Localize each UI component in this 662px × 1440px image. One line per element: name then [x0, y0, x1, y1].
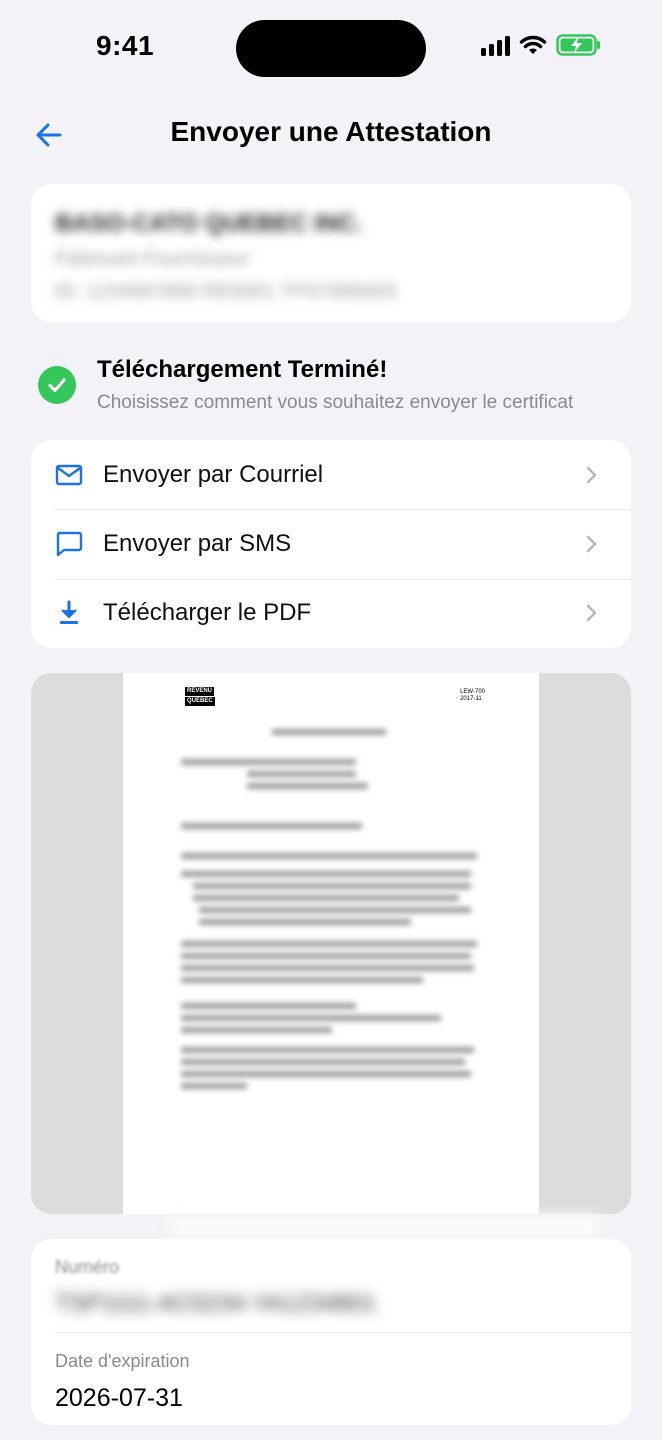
company-id: ID: 1234567890 RE0001 TPS7895655	[55, 281, 398, 303]
status-icons	[481, 34, 602, 56]
dynamic-island	[236, 20, 426, 77]
download-subtitle: Choisissez comment vous souhaitez envoye…	[97, 392, 574, 413]
expiry-row: Date d'expiration 2026-07-31	[55, 1351, 190, 1413]
send-options-list: Envoyer par Courriel Envoyer par SMS Tél…	[31, 440, 631, 648]
certificate-info-card: Numéro TSP1111-AC0234-YA1234801 Date d'e…	[31, 1239, 631, 1425]
number-value: TSP1111-AC0234-YA1234801	[55, 1290, 377, 1317]
download-pdf-label: Télécharger le PDF	[103, 599, 312, 627]
company-name: BASO-CATO QUEBEC INC.	[55, 210, 363, 237]
battery-icon	[556, 34, 600, 56]
wifi-icon	[519, 35, 547, 54]
download-icon	[55, 599, 83, 627]
certificate-number-row: Numéro TSP1111-AC0234-YA1234801	[55, 1257, 607, 1333]
send-email-label: Envoyer par Courriel	[103, 460, 324, 488]
send-sms-option[interactable]: Envoyer par SMS	[31, 509, 631, 578]
company-subtitle: Fabricant Fournisseur	[55, 248, 250, 270]
mail-icon	[55, 461, 83, 489]
expiry-value: 2026-07-31	[55, 1384, 183, 1412]
navigation-bar: Envoyer une Attestation	[0, 106, 662, 162]
send-sms-label: Envoyer par SMS	[103, 529, 292, 557]
download-pdf-option[interactable]: Télécharger le PDF	[31, 578, 631, 648]
chevron-right-icon	[586, 535, 597, 553]
page-title: Envoyer une Attestation	[170, 116, 492, 147]
divider	[55, 1332, 631, 1333]
signal-icon	[481, 34, 510, 56]
document-reference: LEW-700 2017-11	[460, 689, 485, 702]
expiry-label: Date d'expiration	[55, 1351, 190, 1371]
status-bar: 9:41	[0, 0, 662, 98]
revenu-quebec-logo: REVENU QUÉBEC	[185, 687, 215, 706]
company-card: BASO-CATO QUEBEC INC. Fabricant Fourniss…	[31, 184, 631, 322]
document-body-blurred	[181, 729, 483, 1095]
send-email-option[interactable]: Envoyer par Courriel	[31, 440, 631, 509]
download-status: Téléchargement Terminé! Choisissez comme…	[38, 352, 638, 422]
message-icon	[55, 530, 83, 558]
document-preview[interactable]: REVENU QUÉBEC LEW-700 2017-11	[31, 673, 631, 1214]
number-label: Numéro	[55, 1257, 120, 1277]
download-title: Téléchargement Terminé!	[97, 356, 388, 383]
status-time: 9:41	[96, 30, 155, 61]
chevron-right-icon	[586, 605, 597, 622]
checkmark-icon	[38, 366, 76, 404]
document-page: REVENU QUÉBEC LEW-700 2017-11	[123, 673, 539, 1214]
chevron-right-icon	[586, 466, 597, 483]
preview-shadow	[170, 1214, 600, 1238]
